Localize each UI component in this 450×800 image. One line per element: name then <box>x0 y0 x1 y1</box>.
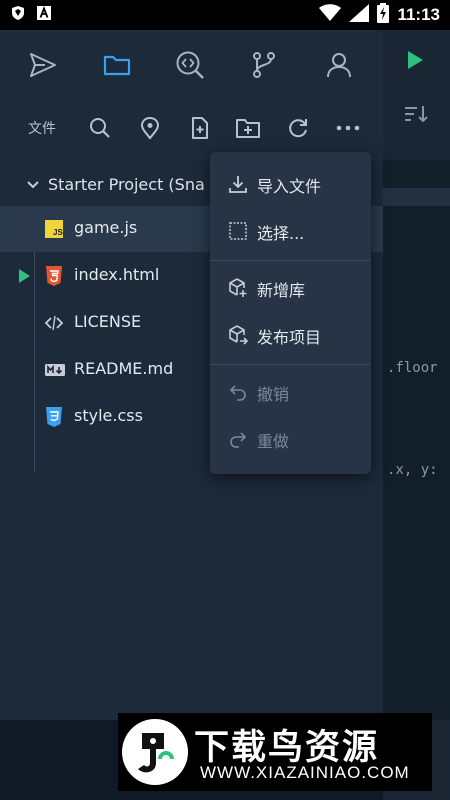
battery-charging-icon <box>377 3 390 27</box>
menu-item-import-file[interactable]: 导入文件 <box>210 162 371 206</box>
code-search-icon[interactable] <box>173 48 207 82</box>
download-icon <box>227 173 249 195</box>
entry-point-marker <box>19 269 30 283</box>
code-snippet: .x, y: <box>387 462 438 478</box>
bird-logo-icon <box>122 719 188 785</box>
menu-divider <box>210 364 371 365</box>
file-name: README.md <box>74 359 174 378</box>
run-icon[interactable] <box>405 50 425 74</box>
app-a-icon <box>36 5 52 25</box>
editor-toolbar <box>383 30 450 160</box>
menu-item-label: 选择... <box>257 224 305 243</box>
sort-icon[interactable] <box>403 104 429 128</box>
menu-item-undo[interactable]: 撤销 <box>210 370 371 414</box>
watermark-url: WWW.XIAZAINIAO.COM <box>200 763 410 782</box>
checkbox-icon <box>227 220 249 242</box>
publish-package-icon <box>227 324 249 346</box>
more-options-menu: 导入文件 选择... 新增库 发布项目 撤销 重做 <box>210 152 371 474</box>
css-file-icon <box>44 406 64 428</box>
menu-item-add-library[interactable]: 新增库 <box>210 266 371 310</box>
refresh-icon[interactable] <box>284 114 312 142</box>
explorer-toolbar: 文件 <box>0 110 383 146</box>
code-editor[interactable]: .floor .x, y: <box>383 30 450 800</box>
file-name: LICENSE <box>74 312 142 331</box>
menu-item-label: 新增库 <box>257 281 306 300</box>
file-name: index.html <box>74 265 160 284</box>
signal-icon <box>349 4 370 26</box>
search-icon[interactable] <box>86 114 114 142</box>
chevron-down-icon <box>26 177 40 196</box>
menu-item-label: 撤销 <box>257 385 290 404</box>
files-label: 文件 <box>28 121 56 137</box>
activity-bar <box>0 30 383 100</box>
menu-item-label: 重做 <box>257 432 290 451</box>
menu-item-redo[interactable]: 重做 <box>210 417 371 461</box>
markdown-file-icon <box>44 359 65 381</box>
svg-text:JS: JS <box>53 228 63 237</box>
menu-item-label: 发布项目 <box>257 328 322 347</box>
wifi-icon <box>319 4 342 26</box>
new-folder-icon[interactable] <box>234 114 262 142</box>
file-name: style.css <box>74 406 143 425</box>
clock: 11:13 <box>397 5 440 24</box>
location-pin-icon[interactable] <box>136 114 164 142</box>
project-name: Starter Project (Sna <box>48 175 205 194</box>
menu-item-select[interactable]: 选择... <box>210 209 371 253</box>
code-snippet: .floor <box>387 360 438 376</box>
html-file-icon <box>44 265 64 287</box>
file-name: game.js <box>74 218 138 237</box>
js-file-icon: JS <box>44 218 64 240</box>
new-file-icon[interactable] <box>186 114 214 142</box>
editor-current-line <box>383 188 450 206</box>
folder-icon[interactable] <box>100 48 134 82</box>
menu-divider <box>210 260 371 261</box>
redo-icon <box>227 428 249 450</box>
status-bar: 11:13 <box>0 0 450 30</box>
add-package-icon <box>227 277 249 299</box>
menu-item-publish-project[interactable]: 发布项目 <box>210 313 371 357</box>
send-icon[interactable] <box>26 48 60 82</box>
git-branch-icon[interactable] <box>247 48 281 82</box>
user-icon[interactable] <box>322 48 356 82</box>
menu-item-label: 导入文件 <box>257 177 322 196</box>
code-file-icon <box>44 312 64 334</box>
undo-icon <box>227 381 249 403</box>
shield-icon <box>10 5 26 25</box>
watermark-banner: 下载鸟资源 WWW.XIAZAINIAO.COM <box>118 713 432 791</box>
more-icon[interactable] <box>334 114 362 142</box>
